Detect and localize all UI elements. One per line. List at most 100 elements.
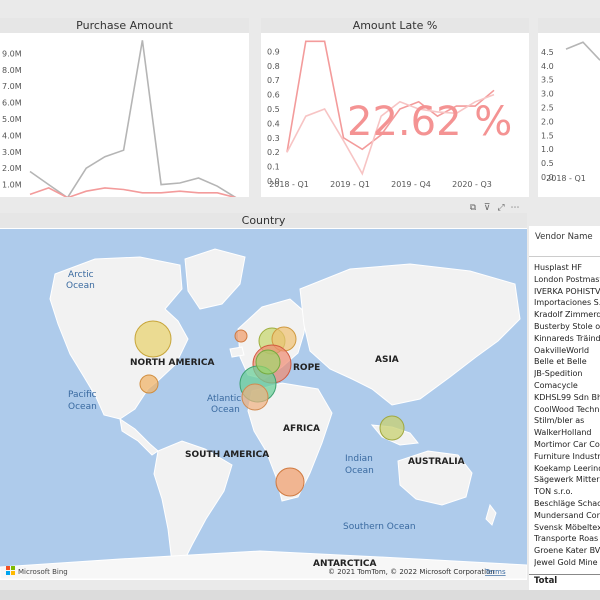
y-tick-label: 3.0M: [2, 148, 22, 157]
vendor-row[interactable]: Jewel Gold Mine: [534, 557, 600, 569]
map-bubble-canada[interactable]: [134, 320, 172, 358]
continent-label-asia: ASIA: [375, 355, 399, 365]
vendor-row[interactable]: Kinnareds Träindu: [534, 333, 600, 345]
y-tick-label: 2.5: [541, 104, 554, 113]
continent-label-europe: ROPE: [293, 363, 320, 373]
vendor-row[interactable]: Koekamp Leerind: [534, 463, 600, 475]
ocean-label-indian-2: Ocean: [345, 466, 374, 476]
y-tick-label: 0.7: [267, 76, 280, 85]
expand-icon[interactable]: ⤢: [496, 203, 506, 213]
y-tick-label: 0.5: [541, 159, 554, 168]
y-tick-label: 1.0M: [2, 181, 22, 190]
y-tick-label: 0.9: [267, 47, 280, 56]
vendor-list: Husplast HF London Postmast IVERKA POHISTV…: [534, 262, 600, 569]
vendor-row[interactable]: Mundersand Corp: [534, 510, 600, 522]
amount-late-chart: 0.90.80.70.60.50.40.30.20.10.02018 - Q1 2…: [267, 40, 512, 189]
continent-label-south-america: SOUTH AMERICA: [185, 450, 269, 460]
y-tick-label: 1.0: [541, 145, 554, 154]
y-tick-label: 3.0: [541, 90, 554, 99]
vendor-row[interactable]: OakvilleWorld: [534, 345, 600, 357]
x-tick-label: 2019 - Q1: [330, 180, 370, 189]
vendor-row[interactable]: TON s.r.o.: [534, 486, 600, 498]
map-bubble-europe-green[interactable]: [255, 349, 281, 375]
ocean-label-pacific: Pacific: [68, 390, 97, 400]
x-tick-label: 2020 - Q3: [452, 180, 492, 189]
y-tick-label: 5.0M: [2, 115, 22, 124]
focus-mode-icon[interactable]: ⧉: [468, 203, 478, 213]
vendor-row[interactable]: Husplast HF: [534, 262, 600, 274]
third-chart: 4.54.03.53.02.52.01.51.00.50.02018 - Q1: [541, 41, 600, 183]
y-tick-label: 0.6: [267, 91, 280, 100]
x-tick-label: 2019 - Q4: [391, 180, 431, 189]
vendor-row[interactable]: JB-Spedition: [534, 368, 600, 380]
late-kpi-value: 22.62 %: [347, 99, 512, 145]
ocean-label-atlantic-2: Ocean: [211, 405, 240, 415]
vendor-row[interactable]: Furniture Industri: [534, 451, 600, 463]
map-bubble-iberia[interactable]: [241, 383, 269, 411]
vendor-row[interactable]: Belle et Belle: [534, 356, 600, 368]
vendor-row[interactable]: Transporte Roas: [534, 533, 600, 545]
vendor-table-header[interactable]: Vendor Name: [535, 232, 593, 242]
vendor-row[interactable]: Kradolf Zimmerde: [534, 309, 600, 321]
x-tick-label: 2018 - Q1: [546, 174, 586, 183]
map-terms-link[interactable]: Terms: [484, 568, 506, 576]
y-tick-label: 4.5: [541, 48, 554, 57]
ocean-label-indian: Indian: [345, 454, 373, 464]
map-attribution: © 2021 TomTom, © 2022 Microsoft Corporat…: [328, 568, 495, 576]
y-tick-label: 0.1: [267, 163, 280, 172]
ocean-label-southern: Southern Ocean: [343, 522, 416, 532]
bing-logo-text: Microsoft Bing: [18, 568, 68, 576]
y-tick-label: 0.4: [267, 119, 280, 128]
vendor-table-total-label: Total: [534, 576, 558, 586]
world-map[interactable]: Arctic Ocean Pacific Ocean Atlantic Ocea…: [0, 229, 527, 579]
y-tick-label: 4.0M: [2, 131, 22, 140]
country-map-visual[interactable]: Country Arctic Ocean Pacific Ocean Atlan…: [0, 213, 527, 580]
y-tick-label: 0.8: [267, 62, 280, 71]
map-bubble-south-africa[interactable]: [275, 467, 305, 497]
vendor-row[interactable]: Sägewerk Mitters: [534, 474, 600, 486]
vendor-row[interactable]: WalkerHolland: [534, 427, 600, 439]
y-tick-label: 3.5: [541, 76, 554, 85]
purchase-amount-visual[interactable]: Purchase Amount 9.0M 8.0M 7.0M 6.0M 5.0M 4.0M…: [0, 18, 249, 197]
continent-label-australia: AUSTRALIA: [408, 457, 465, 467]
map-bubble-se-asia[interactable]: [379, 415, 405, 441]
vendor-row[interactable]: IVERKA POHISTVO: [534, 286, 600, 298]
map-bubble-iceland[interactable]: [234, 329, 248, 343]
ocean-label-atlantic: Atlantic: [207, 394, 241, 404]
vendor-row[interactable]: Beschläge Schach: [534, 498, 600, 510]
y-tick-label: 0.2: [267, 148, 280, 157]
series-line-0[interactable]: [29, 40, 237, 197]
ocean-label-arctic-2: Ocean: [66, 281, 95, 291]
vendor-row[interactable]: CoolWood Techno: [534, 404, 600, 416]
vendor-row[interactable]: Svensk Möbeltext: [534, 522, 600, 534]
ocean-label-pacific-2: Ocean: [68, 402, 97, 412]
continent-label-north-america: NORTH AMERICA: [130, 358, 214, 368]
vendor-row[interactable]: Busterby Stole og: [534, 321, 600, 333]
ocean-label-arctic: Arctic: [68, 270, 94, 280]
vendor-row[interactable]: Mortimor Car Con: [534, 439, 600, 451]
more-options-icon[interactable]: ⋯: [510, 203, 520, 213]
y-tick-label: 8.0M: [2, 66, 22, 75]
continent-label-africa: AFRICA: [283, 424, 320, 434]
purchase-amount-chart: 9.0M8.0M7.0M6.0M5.0M4.0M3.0M2.0M1.0M0.0M: [2, 40, 237, 197]
vendor-row[interactable]: London Postmast: [534, 274, 600, 286]
y-tick-label: 0.3: [267, 134, 280, 143]
country-map-title: Country: [0, 213, 527, 228]
amount-late-visual[interactable]: Amount Late % 0.9 0.8 0.7 0.6 0.5 0.4 0.3 0.2 0.…: [261, 18, 529, 197]
y-tick-label: 9.0M: [2, 49, 22, 58]
vendor-row[interactable]: Groene Kater BVE: [534, 545, 600, 557]
vendor-row[interactable]: KDHSL99 Sdn Bho: [534, 392, 600, 404]
y-tick-label: 2.0: [541, 117, 554, 126]
y-tick-label: 6.0M: [2, 99, 22, 108]
y-tick-label: 1.5: [541, 131, 554, 140]
filter-icon[interactable]: ⊽: [482, 203, 492, 213]
map-bubble-us-south[interactable]: [139, 374, 159, 394]
vendor-row[interactable]: Stilm/bler as: [534, 415, 600, 427]
vendor-row[interactable]: Comacycle: [534, 380, 600, 392]
third-chart-visual[interactable]: 4.5 4.0 3.5 3.0 2.5 2.0 1.5 1.0 0.5 0.0 2018 - Q1: [538, 18, 600, 197]
series-line-0[interactable]: [565, 41, 600, 61]
y-tick-label: 4.0: [541, 62, 554, 71]
y-tick-label: 7.0M: [2, 82, 22, 91]
vendor-row[interactable]: Importaciones S.A: [534, 297, 600, 309]
bottom-strip: [0, 590, 600, 600]
